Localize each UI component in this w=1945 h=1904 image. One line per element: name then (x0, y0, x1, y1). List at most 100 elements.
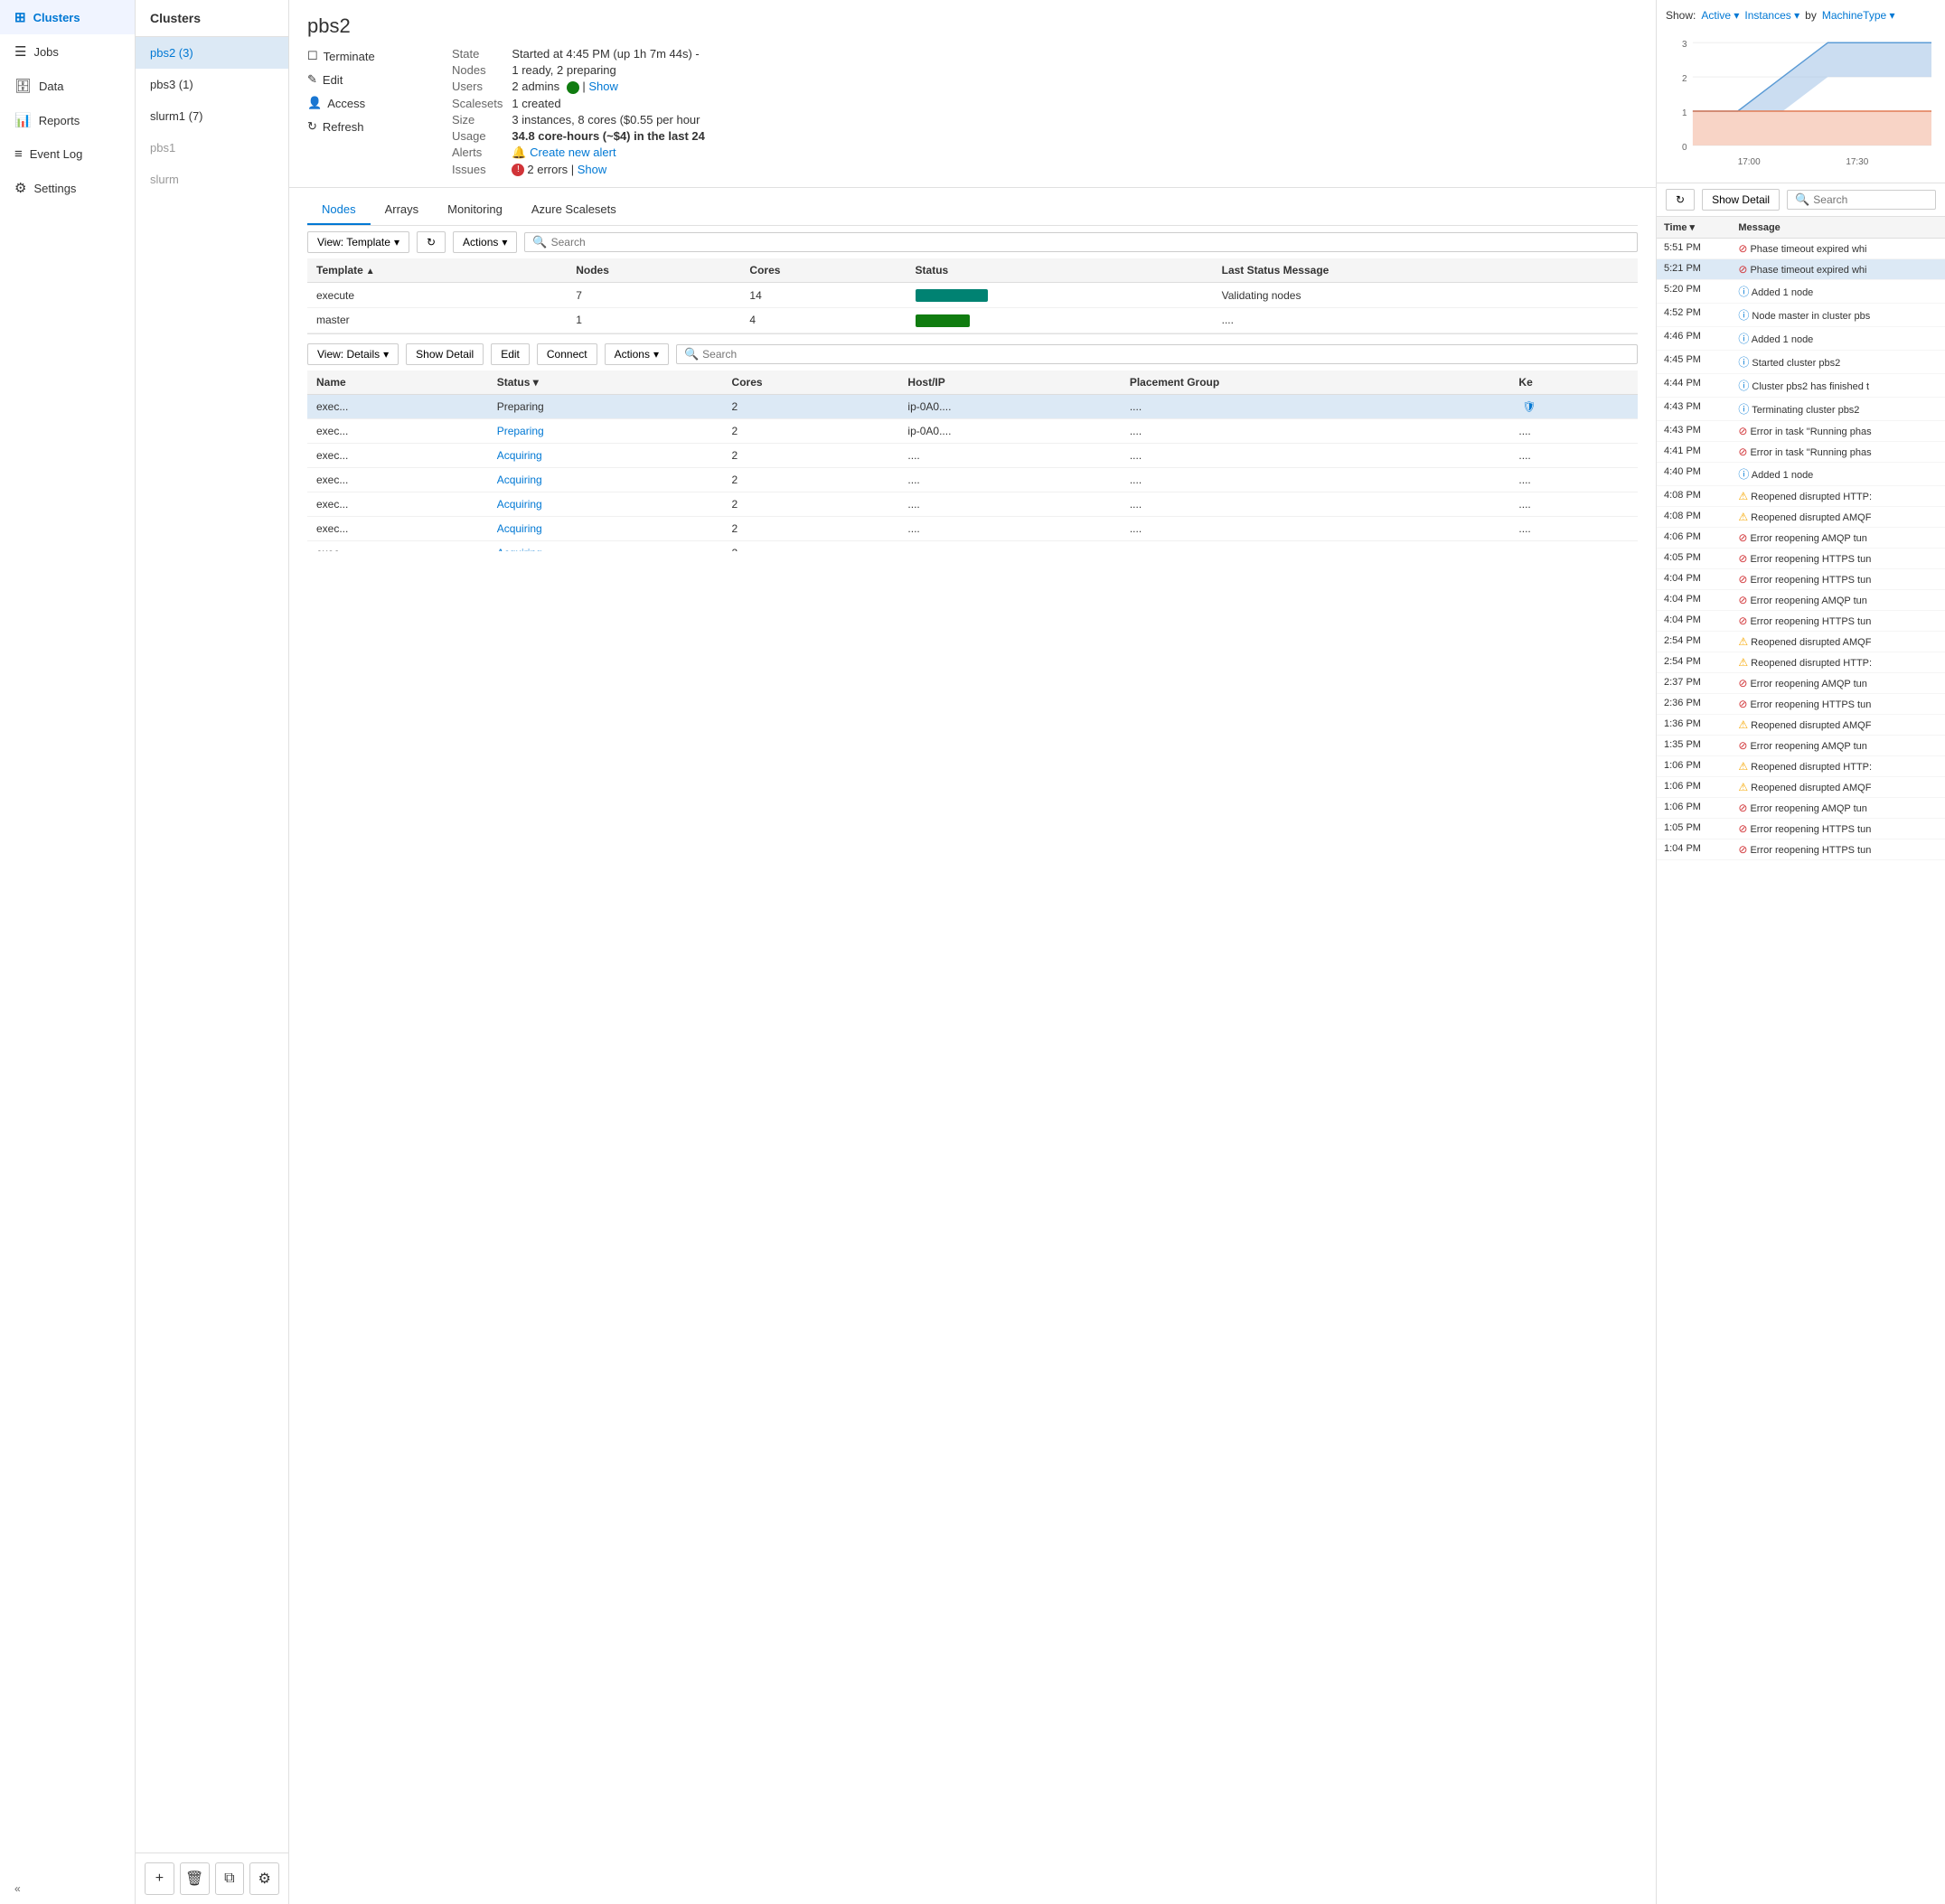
log-table-row[interactable]: 1:35 PM ⊘ Error reopening AMQP tun (1657, 736, 1945, 756)
cluster-item-2[interactable]: slurm1 (7) (136, 100, 288, 132)
sidebar-item-clusters[interactable]: ⊞Clusters (0, 0, 135, 34)
issues-show-link[interactable]: Show (578, 163, 607, 176)
instances-dropdown[interactable]: Instances ▾ (1744, 9, 1799, 22)
log-table-row[interactable]: 4:08 PM ⚠ Reopened disrupted AMQF (1657, 507, 1945, 528)
log-table-row[interactable]: 1:04 PM ⊘ Error reopening HTTPS tun (1657, 839, 1945, 860)
log-table-row[interactable]: 4:41 PM ⊘ Error in task "Running phas (1657, 442, 1945, 463)
show-detail-log-button[interactable]: Show Detail (1702, 189, 1780, 211)
terminate-action-button[interactable]: ☐Terminate (307, 47, 425, 65)
delete-cluster-button[interactable]: 🗑 (180, 1862, 210, 1895)
nodes-refresh-button[interactable]: ↻ (417, 231, 446, 253)
instances-table-row[interactable]: exec... Preparing 2 ip-0A0.... .... .... (307, 418, 1638, 443)
log-table-row[interactable]: 5:21 PM ⊘ Phase timeout expired whi (1657, 259, 1945, 280)
sidebar-item-eventlog[interactable]: ≡Event Log (0, 137, 135, 171)
log-table-row[interactable]: 1:36 PM ⚠ Reopened disrupted AMQF (1657, 715, 1945, 736)
access-action-button[interactable]: 👤Access (307, 94, 425, 112)
cores-cell: 4 (740, 307, 906, 333)
log-search-input[interactable] (1813, 193, 1928, 206)
cluster-item-3[interactable]: pbs1 (136, 132, 288, 164)
log-table-row[interactable]: 2:54 PM ⚠ Reopened disrupted AMQF (1657, 632, 1945, 652)
log-table-row[interactable]: 4:44 PM ⓘ Cluster pbs2 has finished t (1657, 374, 1945, 398)
edit-button[interactable]: Edit (491, 343, 530, 365)
sidebar-collapse[interactable]: « (0, 1873, 135, 1904)
instances-table-row[interactable]: exec... Acquiring 2 .... .... .... (307, 443, 1638, 467)
nodes-search-input[interactable] (551, 236, 1630, 249)
terminate-label: Terminate (324, 50, 375, 63)
edit-action-button[interactable]: ✎Edit (307, 70, 425, 89)
instances-table-row[interactable]: exec... Acquiring 2 .... .... .... (307, 540, 1638, 551)
active-dropdown[interactable]: Active ▾ (1701, 9, 1739, 22)
cluster-item-1[interactable]: pbs3 (1) (136, 69, 288, 100)
bottom-actions-button[interactable]: Actions ▾ (605, 343, 669, 365)
machine-type-dropdown[interactable]: MachineType ▾ (1822, 9, 1895, 22)
svg-text:17:30: 17:30 (1846, 157, 1868, 167)
users-show-link[interactable]: Show (588, 80, 618, 93)
alerts-link[interactable]: 🔔 Create new alert (512, 145, 615, 159)
connect-button[interactable]: Connect (537, 343, 597, 365)
instances-table-row[interactable]: exec... Acquiring 2 .... .... .... (307, 516, 1638, 540)
refresh-action-button[interactable]: ↻Refresh (307, 117, 425, 136)
cluster-title: pbs2 (307, 14, 1638, 38)
view-details-button[interactable]: View: Details ▾ (307, 343, 399, 365)
tab-nodes[interactable]: Nodes (307, 195, 371, 225)
copy-cluster-button[interactable]: ⧉ (215, 1862, 245, 1895)
log-table-row[interactable]: 4:04 PM ⊘ Error reopening HTTPS tun (1657, 611, 1945, 632)
time-cell: 4:08 PM (1657, 486, 1731, 507)
log-table-row[interactable]: 4:40 PM ⓘ Added 1 node (1657, 463, 1945, 486)
tab-monitoring[interactable]: Monitoring (433, 195, 517, 225)
log-refresh-button[interactable]: ↻ (1666, 189, 1695, 211)
cluster-list-header: Clusters (136, 0, 288, 37)
time-cell: 4:08 PM (1657, 507, 1731, 528)
add-cluster-button[interactable]: + (145, 1862, 174, 1895)
sidebar-label-eventlog: Event Log (30, 147, 83, 161)
sidebar-item-jobs[interactable]: ☰Jobs (0, 34, 135, 69)
info-label: Nodes (452, 63, 503, 77)
settings-cluster-button[interactable]: ⚙ (249, 1862, 279, 1895)
instances-search-icon: 🔍 (684, 347, 699, 361)
cluster-item-0[interactable]: pbs2 (3) (136, 37, 288, 69)
inst-col-3: Host/IP (898, 370, 1120, 395)
log-table-row[interactable]: 2:36 PM ⊘ Error reopening HTTPS tun (1657, 694, 1945, 715)
instances-table-row[interactable]: exec... Acquiring 2 .... .... .... (307, 492, 1638, 516)
error-icon: ⊘ (1738, 242, 1747, 255)
log-table-row[interactable]: 4:52 PM ⓘ Node master in cluster pbs (1657, 304, 1945, 327)
log-table-row[interactable]: 4:43 PM ⓘ Terminating cluster pbs2 (1657, 398, 1945, 421)
instances-table-row[interactable]: exec... Preparing 2 ip-0A0.... .... 🛡 (307, 394, 1638, 418)
actions-button[interactable]: Actions ▾ (453, 231, 517, 253)
cluster-item-4[interactable]: slurm (136, 164, 288, 195)
time-cell: 5:21 PM (1657, 259, 1731, 280)
log-table-row[interactable]: 5:51 PM ⊘ Phase timeout expired whi (1657, 239, 1945, 259)
message-cell: ⓘ Started cluster pbs2 (1731, 351, 1945, 374)
log-table-row[interactable]: 1:06 PM ⚠ Reopened disrupted HTTP: (1657, 756, 1945, 777)
show-detail-button[interactable]: Show Detail (406, 343, 484, 365)
nodes-table-row[interactable]: master 1 4 .... (307, 307, 1638, 333)
log-table-row[interactable]: 4:06 PM ⊘ Error reopening AMQP tun (1657, 528, 1945, 549)
log-table-row[interactable]: 4:04 PM ⊘ Error reopening HTTPS tun (1657, 569, 1945, 590)
instances-search-input[interactable] (702, 348, 1630, 361)
log-table-row[interactable]: 4:05 PM ⊘ Error reopening HTTPS tun (1657, 549, 1945, 569)
log-table-row[interactable]: 2:54 PM ⚠ Reopened disrupted HTTP: (1657, 652, 1945, 673)
sidebar-label-jobs: Jobs (33, 45, 58, 59)
sidebar-item-reports[interactable]: 📊Reports (0, 103, 135, 137)
chart-svg: 3 2 1 0 17:00 17:30 (1666, 29, 1936, 174)
sidebar-item-data[interactable]: 🗄Data (0, 69, 135, 103)
nodes-table-row[interactable]: execute 7 14 Validating nodes (307, 283, 1638, 308)
log-table-row[interactable]: 1:06 PM ⚠ Reopened disrupted AMQF (1657, 777, 1945, 798)
tab-arrays[interactable]: Arrays (371, 195, 434, 225)
view-template-button[interactable]: View: Template ▾ (307, 231, 409, 253)
instances-table-row[interactable]: exec... Acquiring 2 .... .... .... (307, 467, 1638, 492)
log-table-row[interactable]: 4:04 PM ⊘ Error reopening AMQP tun (1657, 590, 1945, 611)
log-table-row[interactable]: 1:05 PM ⊘ Error reopening HTTPS tun (1657, 819, 1945, 839)
log-table-row[interactable]: 2:37 PM ⊘ Error reopening AMQP tun (1657, 673, 1945, 694)
sidebar-item-settings[interactable]: ⚙Settings (0, 171, 135, 205)
sidebar-label-data: Data (39, 80, 63, 93)
log-table-row[interactable]: 4:43 PM ⊘ Error in task "Running phas (1657, 421, 1945, 442)
log-table-row[interactable]: 4:46 PM ⓘ Added 1 node (1657, 327, 1945, 351)
log-table-row[interactable]: 4:08 PM ⚠ Reopened disrupted HTTP: (1657, 486, 1945, 507)
tab-azure_scalesets[interactable]: Azure Scalesets (517, 195, 631, 225)
log-table-row[interactable]: 5:20 PM ⓘ Added 1 node (1657, 280, 1945, 304)
log-table-row[interactable]: 1:06 PM ⊘ Error reopening AMQP tun (1657, 798, 1945, 819)
message-cell: ⊘ Error reopening AMQP tun (1731, 673, 1945, 694)
cores-cell: 2 (723, 443, 899, 467)
log-table-row[interactable]: 4:45 PM ⓘ Started cluster pbs2 (1657, 351, 1945, 374)
